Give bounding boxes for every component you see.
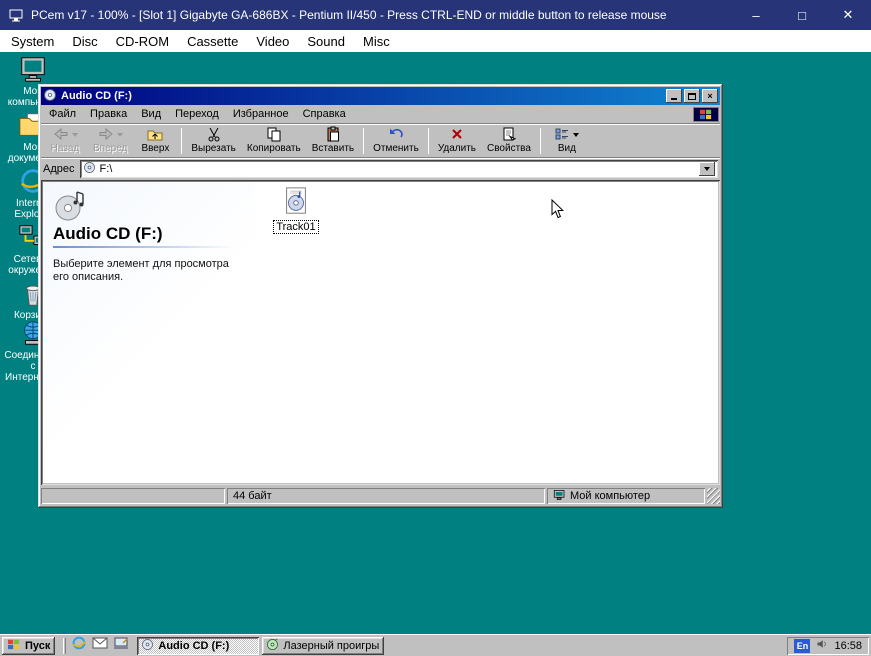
views-icon [554, 126, 570, 145]
menu-help[interactable]: Справка [296, 106, 353, 122]
explorer-menubar: Файл Правка Вид Переход Избранное Справк… [41, 105, 720, 124]
pcem-caption-buttons: – □ ✕ [733, 0, 871, 30]
pcem-menu-cdrom[interactable]: CD-ROM [107, 32, 178, 51]
windows-flag-icon [7, 638, 21, 653]
pcem-menubar: System Disc CD-ROM Cassette Video Sound … [0, 30, 871, 52]
quick-launch [58, 635, 134, 656]
status-panel-zone: Мой компьютер [547, 488, 705, 504]
menu-edit[interactable]: Правка [83, 106, 134, 122]
delete-button[interactable]: Удалить [433, 125, 481, 157]
audio-cd-icon [43, 88, 57, 105]
pcem-close-button[interactable]: ✕ [825, 0, 871, 30]
explorer-titlebar[interactable]: Audio CD (F:) × [41, 87, 720, 105]
address-dropdown-button[interactable] [699, 162, 715, 176]
webview-hint-text: Выберите элемент для просмотра его описа… [53, 258, 233, 284]
task-button-cd-player[interactable]: Лазерный проигрывател... [262, 637, 384, 655]
volume-icon[interactable] [816, 638, 828, 653]
address-bar: Адрес F:\ [41, 158, 720, 180]
quick-launch-outlook-icon[interactable] [92, 635, 108, 656]
pcem-minimize-button[interactable]: – [733, 0, 779, 30]
folder-content[interactable]: Audio CD (F:) Выберите элемент для просм… [41, 180, 720, 485]
tray-clock[interactable]: 16:58 [834, 640, 862, 652]
pcem-menu-disc[interactable]: Disc [63, 32, 106, 51]
pcem-menu-video[interactable]: Video [247, 32, 298, 51]
resize-grip[interactable] [707, 488, 720, 504]
webview-info-pane: Audio CD (F:) Выберите элемент для просм… [43, 182, 255, 483]
ie-throbber-logo [693, 107, 719, 122]
explorer-minimize-button[interactable] [666, 89, 682, 103]
quick-launch-ie-icon[interactable] [71, 635, 87, 656]
pcem-menu-system[interactable]: System [2, 32, 63, 51]
paste-button[interactable]: Вставить [307, 125, 359, 157]
system-tray: En 16:58 [787, 637, 869, 655]
undo-icon [388, 126, 404, 145]
file-label[interactable]: Track01 [273, 220, 318, 234]
pcem-menu-misc[interactable]: Misc [354, 32, 399, 51]
toolbar-separator [181, 128, 182, 154]
paste-icon [325, 126, 341, 145]
properties-icon [501, 126, 517, 145]
webview-divider [53, 246, 238, 248]
back-button[interactable]: Назад [43, 125, 87, 157]
start-button[interactable]: Пуск [2, 637, 55, 655]
explorer-caption-buttons: × [666, 89, 718, 103]
address-label: Адрес [43, 163, 75, 175]
status-panel-left [41, 488, 225, 504]
status-panel-size: 44 байт [227, 488, 545, 504]
address-value: F:\ [100, 163, 113, 175]
my-computer-mini-icon [553, 489, 566, 504]
task-cd-player-icon [266, 638, 279, 654]
audio-track-icon [281, 186, 311, 219]
taskbar: Пуск Audio CD (F:) Лазерный проигрывател… [0, 634, 871, 656]
menu-file[interactable]: Файл [42, 106, 83, 122]
address-drive-icon [83, 161, 96, 177]
explorer-toolbar: Назад Вперед Вверх Вырезать Копировать [41, 124, 720, 158]
quick-launch-handle[interactable] [63, 638, 66, 654]
properties-button[interactable]: Свойства [482, 125, 536, 157]
toolbar-separator [428, 128, 429, 154]
toolbar-separator [363, 128, 364, 154]
pcem-titlebar[interactable]: PCem v17 - 100% - [Slot 1] Gigabyte GA-6… [0, 0, 871, 30]
toolbar-separator [540, 128, 541, 154]
emulated-desktop[interactable]: Мой компьютер Мои документы Internet Exp… [0, 52, 871, 634]
explorer-window-title: Audio CD (F:) [61, 90, 132, 102]
menu-go[interactable]: Переход [168, 106, 226, 122]
menu-favorites[interactable]: Избранное [226, 106, 296, 122]
task-button-audio-cd[interactable]: Audio CD (F:) [137, 637, 259, 655]
mouse-cursor [551, 199, 564, 224]
file-track01[interactable]: Track01 [265, 186, 327, 234]
status-bar: 44 байт Мой компьютер [41, 485, 720, 505]
copy-button[interactable]: Копировать [242, 125, 306, 157]
pcem-maximize-button[interactable]: □ [779, 0, 825, 30]
forward-icon [98, 126, 114, 145]
explorer-window: Audio CD (F:) × Файл Правка Вид Переход … [38, 84, 723, 508]
pcem-menu-sound[interactable]: Sound [298, 32, 354, 51]
explorer-maximize-button[interactable] [684, 89, 700, 103]
menu-view[interactable]: Вид [134, 106, 168, 122]
up-icon [147, 126, 163, 145]
forward-button[interactable]: Вперед [88, 125, 132, 157]
pcem-window-title: PCem v17 - 100% - [Slot 1] Gigabyte GA-6… [31, 8, 667, 22]
pcem-menu-cassette[interactable]: Cassette [178, 32, 247, 51]
views-button[interactable]: Вид [545, 125, 589, 157]
task-audio-cd-icon [141, 638, 154, 654]
cut-icon [206, 126, 222, 145]
undo-button[interactable]: Отменить [368, 125, 424, 157]
keyboard-layout-indicator[interactable]: En [794, 639, 810, 653]
pcem-app-icon [8, 7, 24, 23]
copy-icon [266, 126, 282, 145]
back-icon [53, 126, 69, 145]
explorer-close-button[interactable]: × [702, 89, 718, 103]
my-computer-icon [18, 54, 48, 84]
quick-launch-show-desktop-icon[interactable] [113, 635, 129, 656]
up-button[interactable]: Вверх [133, 125, 177, 157]
audio-cd-large-icon [53, 188, 89, 227]
address-input[interactable]: F:\ [80, 160, 719, 178]
delete-icon [449, 126, 465, 145]
webview-title: Audio CD (F:) [53, 224, 163, 244]
cut-button[interactable]: Вырезать [186, 125, 240, 157]
